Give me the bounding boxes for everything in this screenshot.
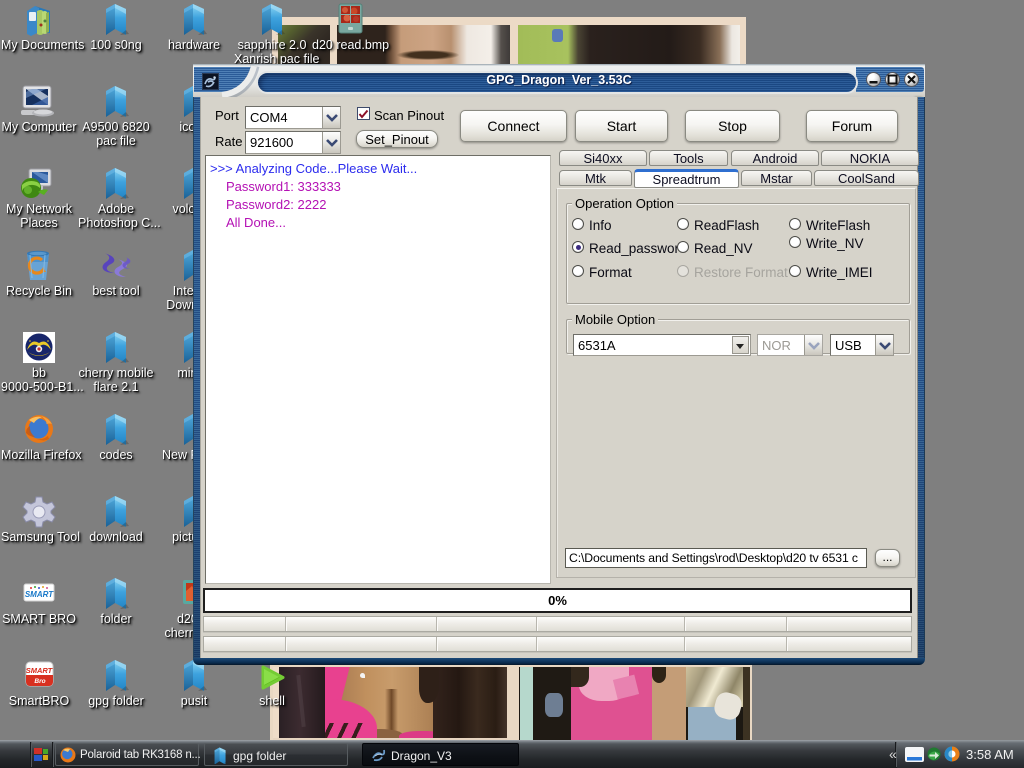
svg-text:SMART: SMART [25,590,54,599]
svg-text:Bro: Bro [34,678,45,685]
svg-text:SMART: SMART [26,666,54,675]
